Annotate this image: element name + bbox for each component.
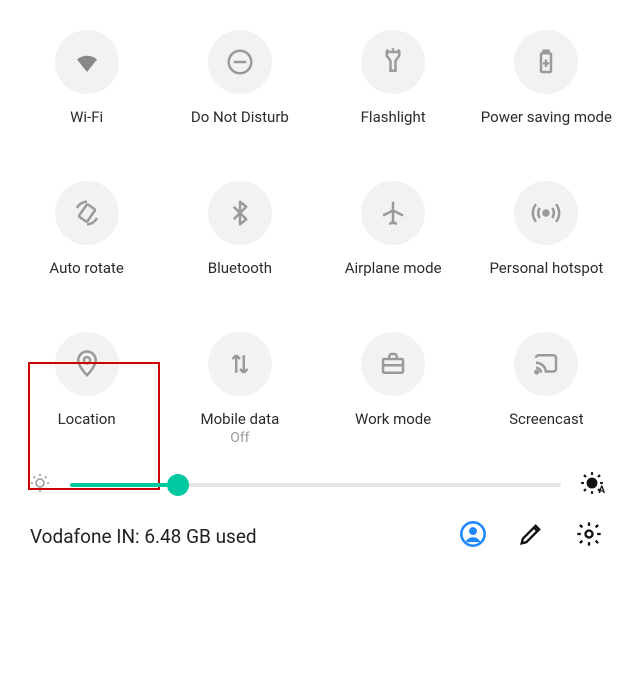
bluetooth-icon <box>208 181 272 245</box>
tile-label: Bluetooth <box>208 259 272 277</box>
carrier-usage-text[interactable]: Vodafone IN: 6.48 GB used <box>30 525 459 548</box>
tile-hotspot[interactable]: Personal hotspot <box>470 181 623 277</box>
tile-label: Airplane mode <box>345 259 442 277</box>
footer-row: Vodafone IN: 6.48 GB used <box>0 500 633 552</box>
tile-screencast[interactable]: Screencast <box>470 332 623 446</box>
cast-icon <box>514 332 578 396</box>
briefcase-icon <box>361 332 425 396</box>
dnd-icon <box>208 30 272 94</box>
airplane-icon <box>361 181 425 245</box>
tile-autorotate[interactable]: Auto rotate <box>10 181 163 277</box>
edit-icon[interactable] <box>517 520 545 552</box>
user-icon[interactable] <box>459 520 487 552</box>
brightness-row: A <box>0 456 633 500</box>
tile-label: Wi-Fi <box>70 108 103 126</box>
tile-label: Mobile data <box>201 410 280 428</box>
quick-settings-grid: Wi-Fi Do Not Disturb Flashlight Power sa… <box>0 0 633 456</box>
tile-workmode[interactable]: Work mode <box>317 332 470 446</box>
tile-airplane[interactable]: Airplane mode <box>317 181 470 277</box>
tile-label: Personal hotspot <box>489 259 603 277</box>
tile-powersave[interactable]: Power saving mode <box>470 30 623 126</box>
tile-dnd[interactable]: Do Not Disturb <box>163 30 316 126</box>
autorotate-icon <box>55 181 119 245</box>
tile-label: Location <box>58 410 116 428</box>
tile-label: Auto rotate <box>49 259 123 277</box>
settings-gear-icon[interactable] <box>575 520 603 552</box>
tile-bluetooth[interactable]: Bluetooth <box>163 181 316 277</box>
tile-label: Power saving mode <box>481 108 612 126</box>
tile-flashlight[interactable]: Flashlight <box>317 30 470 126</box>
flashlight-icon <box>361 30 425 94</box>
tile-label: Flashlight <box>361 108 426 126</box>
tile-label: Screencast <box>509 410 584 428</box>
brightness-thumb[interactable] <box>167 474 189 496</box>
tile-mobiledata[interactable]: Mobile data Off <box>163 332 316 446</box>
brightness-low-icon <box>28 471 52 499</box>
brightness-auto-icon: A <box>579 470 605 500</box>
tile-label: Work mode <box>355 410 431 428</box>
tile-sublabel: Off <box>230 430 249 446</box>
footer-actions <box>459 520 603 552</box>
tile-label: Do Not Disturb <box>191 108 289 126</box>
brightness-slider[interactable] <box>70 483 561 487</box>
wifi-icon <box>55 30 119 94</box>
mobiledata-icon <box>208 332 272 396</box>
svg-text:A: A <box>599 485 606 496</box>
tile-location[interactable]: Location <box>10 332 163 446</box>
tile-wifi[interactable]: Wi-Fi <box>10 30 163 126</box>
battery-plus-icon <box>514 30 578 94</box>
location-pin-icon <box>55 332 119 396</box>
hotspot-icon <box>514 181 578 245</box>
brightness-fill <box>70 483 178 487</box>
